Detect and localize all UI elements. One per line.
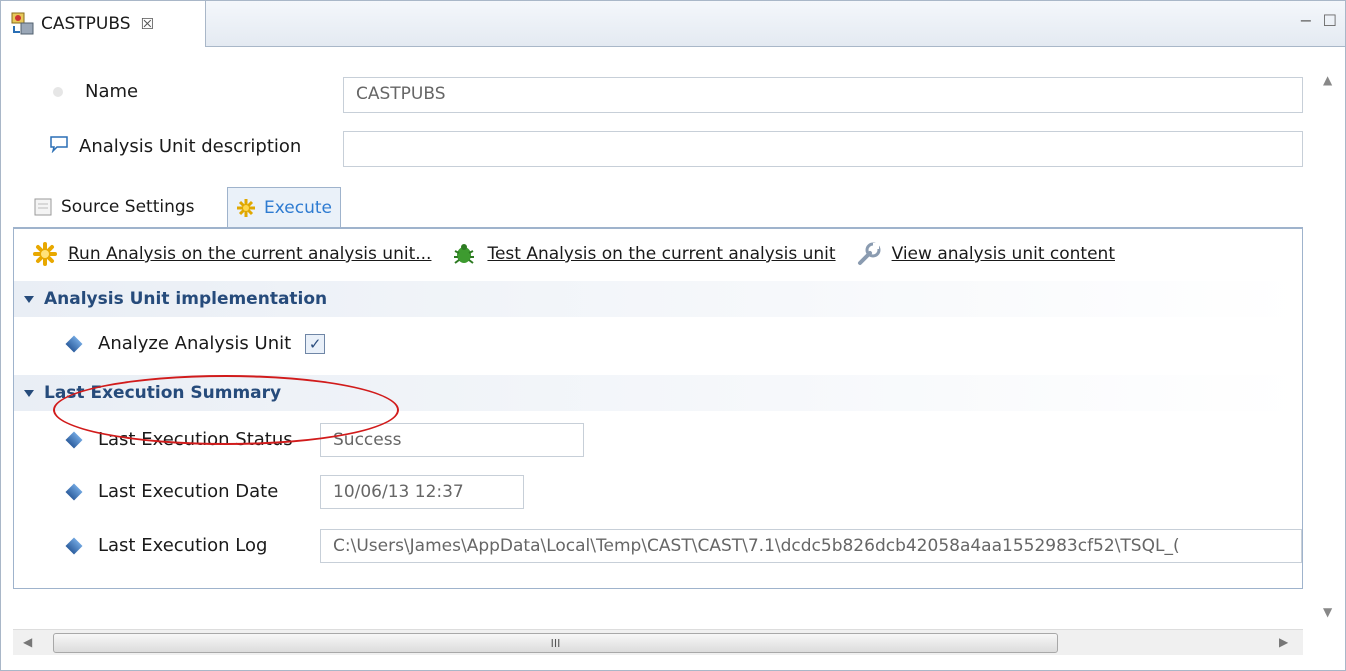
status-field[interactable]: Success [320, 423, 584, 457]
minimize-icon[interactable]: − [1299, 13, 1312, 29]
scrollbar-thumb[interactable]: III [53, 633, 1058, 653]
analyze-analysis-unit-row: Analyze Analysis Unit ✓ [65, 333, 326, 354]
tab-castpubs[interactable]: CASTPUBS ☒ [1, 1, 206, 47]
last-execution-log-row: Last Execution Log [65, 535, 268, 556]
document-icon [33, 197, 53, 217]
scroll-up-icon[interactable]: ▲ [1323, 73, 1332, 87]
scroll-left-icon[interactable]: ◀ [23, 635, 32, 649]
maximize-icon[interactable]: ☐ [1323, 13, 1337, 29]
execute-panel: Run Analysis on the current analysis uni… [13, 227, 1303, 589]
editor-window: CASTPUBS ☒ − ☐ Name CASTPUBS Analysis Un… [0, 0, 1346, 671]
run-analysis-label: Run Analysis on the current analysis uni… [68, 244, 432, 264]
speech-bubble-icon [49, 135, 69, 158]
tab-strip: CASTPUBS ☒ − ☐ [1, 1, 1345, 47]
date-label: Last Execution Date [98, 481, 279, 502]
section-summary-header[interactable]: Last Execution Summary [14, 375, 1302, 411]
section-implementation-title: Analysis Unit implementation [44, 289, 328, 309]
tab-source-settings-label: Source Settings [61, 197, 195, 217]
last-execution-status-row: Last Execution Status [65, 429, 293, 450]
sparkle-gear-icon [236, 198, 256, 218]
status-label: Last Execution Status [98, 429, 293, 450]
close-icon[interactable]: ☒ [141, 15, 154, 33]
log-label: Last Execution Log [98, 535, 268, 556]
description-row: Analysis Unit description [49, 135, 301, 158]
name-row: Name [53, 81, 138, 102]
wrench-icon [856, 241, 882, 267]
analyze-label: Analyze Analysis Unit [98, 333, 292, 354]
run-analysis-link[interactable]: Run Analysis on the current analysis uni… [32, 241, 431, 267]
tab-source-settings[interactable]: Source Settings [25, 187, 203, 227]
tab-title: CASTPUBS [41, 14, 131, 34]
diamond-icon [65, 537, 83, 554]
name-field[interactable]: CASTPUBS [343, 77, 1303, 113]
chevron-down-icon [24, 295, 34, 303]
last-execution-date-row: Last Execution Date [65, 481, 279, 502]
tab-execute-label: Execute [264, 197, 332, 218]
bug-icon [451, 241, 477, 267]
scroll-right-icon[interactable]: ▶ [1279, 635, 1288, 649]
section-summary-title: Last Execution Summary [44, 383, 282, 403]
tab-execute[interactable]: Execute [227, 187, 341, 227]
date-field[interactable]: 10/06/13 12:37 [320, 475, 524, 509]
name-label: Name [85, 81, 139, 102]
scrollbar-grip: III [550, 636, 561, 650]
log-field[interactable]: C:\Users\James\AppData\Local\Temp\CAST\C… [320, 529, 1302, 563]
description-field[interactable] [343, 131, 1303, 167]
test-analysis-label: Test Analysis on the current analysis un… [487, 244, 836, 264]
view-content-label: View analysis unit content [891, 244, 1115, 264]
editor-content: Name CASTPUBS Analysis Unit description … [13, 57, 1303, 597]
database-gear-icon [11, 12, 35, 36]
description-label: Analysis Unit description [79, 136, 302, 157]
run-sparkle-icon [32, 241, 58, 267]
horizontal-scrollbar[interactable]: ◀ III ▶ [13, 629, 1303, 655]
diamond-icon [65, 335, 83, 352]
chevron-down-icon [24, 389, 34, 397]
section-implementation-header[interactable]: Analysis Unit implementation [14, 281, 1302, 317]
window-controls: − ☐ [1299, 13, 1337, 29]
name-dot-icon [53, 86, 63, 97]
analyze-checkbox[interactable]: ✓ [305, 333, 326, 354]
scroll-down-icon[interactable]: ▼ [1323, 605, 1332, 619]
view-content-link[interactable]: View analysis unit content [856, 241, 1115, 267]
action-bar: Run Analysis on the current analysis uni… [32, 241, 1115, 267]
diamond-icon [65, 483, 83, 500]
vertical-scrollbar[interactable]: ▲ ▼ [1313, 57, 1343, 627]
diamond-icon [65, 431, 83, 448]
test-analysis-link[interactable]: Test Analysis on the current analysis un… [451, 241, 836, 267]
